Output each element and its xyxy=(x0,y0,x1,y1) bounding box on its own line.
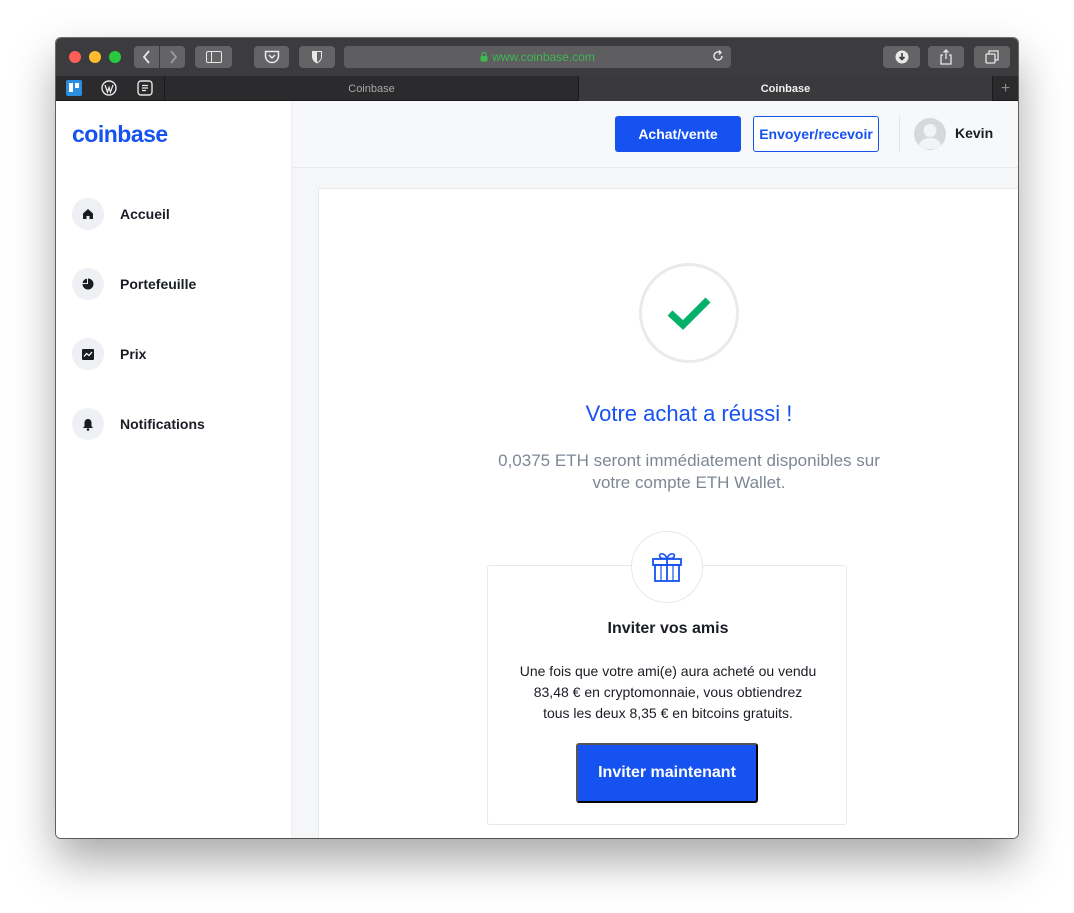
address-bar[interactable]: www.coinbase.com xyxy=(344,46,731,68)
success-check-badge xyxy=(639,263,739,363)
purchase-success-card: Votre achat a réussi ! 0,0375 ETH seront… xyxy=(318,188,1018,838)
gift-badge xyxy=(631,531,703,603)
trello-icon xyxy=(66,80,82,96)
invite-friends-panel: Inviter vos amis Une fois que votre ami(… xyxy=(487,565,847,825)
wordpress-bookmark[interactable] xyxy=(100,79,118,97)
notes-icon xyxy=(137,80,153,96)
sidebar-item-label: Accueil xyxy=(120,206,170,222)
reload-icon[interactable] xyxy=(711,49,725,63)
user-icon xyxy=(918,124,942,149)
forward-button[interactable] xyxy=(160,46,185,68)
lock-icon xyxy=(480,52,488,62)
sidebar-item-notifications[interactable]: Notifications xyxy=(72,408,205,440)
sidebar-item-prix[interactable]: Prix xyxy=(72,338,146,370)
invite-title: Inviter vos amis xyxy=(607,620,729,637)
success-description-line: votre compte ETH Wallet. xyxy=(592,473,786,492)
gift-icon xyxy=(652,552,682,582)
trello-bookmark[interactable] xyxy=(65,79,83,97)
tabs-icon xyxy=(985,50,999,64)
invite-now-button[interactable]: Inviter maintenant xyxy=(576,743,758,803)
send-receive-button[interactable]: Envoyer/recevoir xyxy=(753,116,879,152)
chevron-left-icon xyxy=(142,50,150,64)
pie-chart-icon xyxy=(72,268,104,300)
sidebar-icon xyxy=(205,51,222,63)
browser-toolbar: www.coinbase.com xyxy=(56,38,1018,76)
share-button[interactable] xyxy=(928,46,964,68)
success-description-line: 0,0375 ETH seront immédiatement disponib… xyxy=(498,451,880,470)
sidebar: coinbase Accueil Portefeuille Prix Notif… xyxy=(56,101,292,838)
tab-coinbase-1[interactable]: Coinbase xyxy=(164,76,578,101)
invite-description-line: Une fois que votre ami(e) aura acheté ou… xyxy=(519,663,817,679)
header-divider xyxy=(899,115,900,153)
tabs-overview-button[interactable] xyxy=(974,46,1010,68)
url-text: www.coinbase.com xyxy=(492,50,595,64)
shield-icon xyxy=(312,51,322,64)
invite-description-line: tous les deux 8,35 € en bitcoins gratuit… xyxy=(543,705,793,721)
new-tab-button[interactable]: + xyxy=(992,76,1018,101)
browser-window: www.coinbase.com Coinbase Coinbase + coi… xyxy=(56,38,1018,838)
bell-icon xyxy=(72,408,104,440)
checkmark-icon xyxy=(667,297,711,330)
wordpress-icon xyxy=(101,80,117,96)
invite-description-line: 83,48 € en cryptomonnaie, vous obtiendre… xyxy=(533,684,803,700)
download-icon xyxy=(895,50,908,64)
sidebar-item-label: Prix xyxy=(120,346,147,362)
downloads-button[interactable] xyxy=(883,46,920,68)
sidebar-item-label: Portefeuille xyxy=(120,276,197,292)
sidebar-item-accueil[interactable]: Accueil xyxy=(72,198,170,230)
close-window-button[interactable] xyxy=(69,51,81,63)
buy-sell-button[interactable]: Achat/vente xyxy=(615,116,741,152)
minimize-window-button[interactable] xyxy=(89,51,101,63)
sidebar-item-label: Notifications xyxy=(120,416,205,432)
notes-bookmark[interactable] xyxy=(136,79,154,97)
coinbase-logo[interactable]: coinbase xyxy=(72,121,168,148)
extension-button[interactable] xyxy=(299,46,335,68)
tab-bar: Coinbase Coinbase + xyxy=(56,76,1018,101)
zoom-window-button[interactable] xyxy=(109,51,121,63)
home-icon xyxy=(72,198,104,230)
user-name[interactable]: Kevin xyxy=(955,125,993,141)
pocket-icon xyxy=(264,50,279,64)
success-description: 0,0375 ETH seront immédiatement disponib… xyxy=(464,450,914,494)
sidebar-toggle-button[interactable] xyxy=(195,46,232,68)
sidebar-item-portefeuille[interactable]: Portefeuille xyxy=(72,268,196,300)
page-content: coinbase Accueil Portefeuille Prix Notif… xyxy=(56,101,1018,838)
avatar[interactable] xyxy=(914,118,946,150)
success-title: Votre achat a réussi ! xyxy=(585,401,793,426)
top-header: Achat/vente Envoyer/recevoir Kevin xyxy=(293,101,1018,168)
tab-coinbase-2[interactable]: Coinbase xyxy=(578,76,992,101)
chart-icon xyxy=(72,338,104,370)
back-button[interactable] xyxy=(134,46,159,68)
share-icon xyxy=(940,49,952,65)
pocket-button[interactable] xyxy=(254,46,289,68)
chevron-right-icon xyxy=(169,50,177,64)
invite-description: Une fois que votre ami(e) aura acheté ou… xyxy=(508,661,828,724)
